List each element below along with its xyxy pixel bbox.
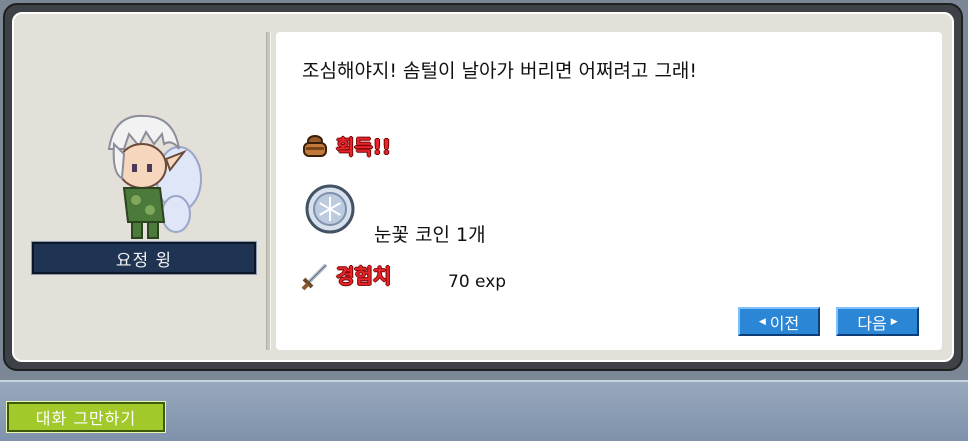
end-chat-label: 대화 그만하기	[35, 409, 137, 428]
prev-button[interactable]: ◀ 이전	[738, 307, 820, 336]
bag-icon	[303, 135, 327, 157]
prev-button-label: 이전	[769, 313, 800, 333]
sword-icon	[301, 263, 328, 291]
bottom-bar: 대화 그만하기	[0, 380, 968, 441]
triangle-right-icon: ▶	[890, 316, 898, 327]
npc-dialog-window: 요정 윙 조심해야지! 솜털이 날아가 버리면 어쩌려고 그래! 획득!! 눈꽃…	[3, 3, 963, 371]
npc-portrait	[107, 114, 202, 239]
exp-label: 경험치	[336, 264, 392, 288]
snowflake-coin-icon	[305, 184, 355, 234]
end-chat-button[interactable]: 대화 그만하기	[6, 401, 166, 433]
next-button-label: 다음	[857, 313, 887, 333]
exp-value: 70 exp	[448, 272, 507, 292]
reward-item: 눈꽃 코인 1개	[374, 224, 486, 246]
dialog-content: 조심해야지! 솜털이 날아가 버리면 어쩌려고 그래! 획득!! 눈꽃 코인 1…	[276, 32, 942, 350]
next-button[interactable]: 다음 ▶	[836, 307, 919, 336]
dialog-panel: 요정 윙 조심해야지! 솜털이 날아가 버리면 어쩌려고 그래! 획득!! 눈꽃…	[12, 12, 954, 362]
acquire-label: 획득!!	[336, 135, 392, 159]
panel-divider	[266, 32, 271, 350]
triangle-left-icon: ◀	[758, 316, 766, 327]
npc-nameplate: 요정 윙	[31, 241, 257, 275]
dialog-message: 조심해야지! 솜털이 날아가 버리면 어쩌려고 그래!	[302, 60, 698, 82]
